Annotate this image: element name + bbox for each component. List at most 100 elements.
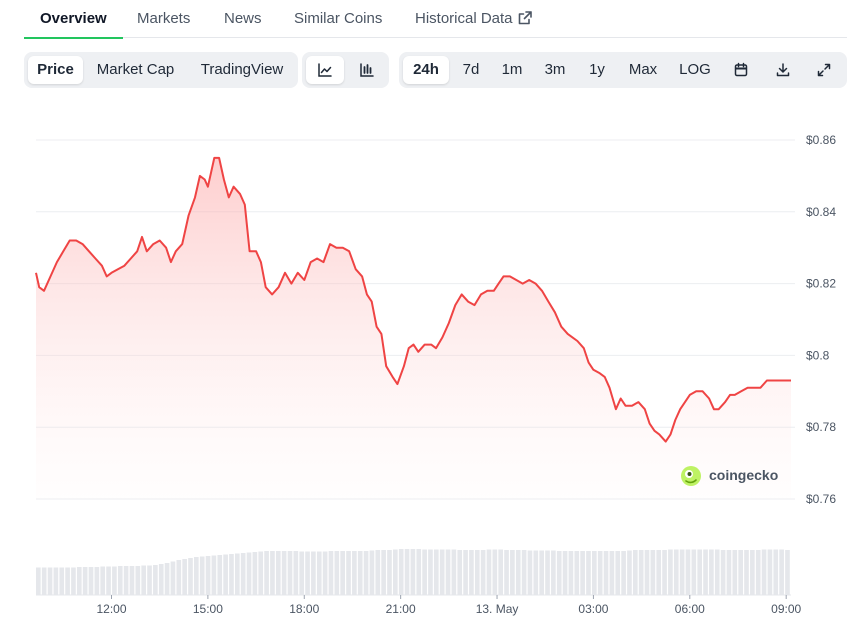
volume-bar xyxy=(592,551,597,595)
volume-bar xyxy=(176,560,182,595)
log-scale-button[interactable]: LOG xyxy=(671,56,719,84)
volume-bar xyxy=(556,551,562,595)
range-3m-button[interactable]: 3m xyxy=(536,56,574,84)
volume-bar xyxy=(732,550,738,595)
range-toggle: 24h 7d 1m 3m 1y Max LOG xyxy=(399,52,847,88)
volume-bar xyxy=(100,566,106,595)
coingecko-watermark: coingecko xyxy=(680,465,778,487)
tab-news[interactable]: News xyxy=(224,0,262,38)
volume-bar xyxy=(170,561,176,595)
fullscreen-button[interactable] xyxy=(806,56,842,84)
volume-bar xyxy=(194,557,199,595)
candlestick-chart-button[interactable] xyxy=(348,56,386,84)
view-toggle xyxy=(302,52,389,88)
volume-bar xyxy=(112,566,117,595)
x-tick-label: 12:00 xyxy=(96,602,126,616)
range-7d-button[interactable]: 7d xyxy=(453,56,489,84)
volume-bar xyxy=(311,551,316,595)
volume-bar xyxy=(785,550,790,595)
volume-bar xyxy=(510,550,515,595)
range-1m-button[interactable]: 1m xyxy=(493,56,531,84)
volume-bar xyxy=(515,550,521,595)
volume-bar xyxy=(357,551,363,595)
volume-bar xyxy=(164,563,170,595)
tab-historical-data-label: Historical Data xyxy=(415,10,513,27)
volume-bar xyxy=(638,550,644,595)
x-tick-label: 13. May xyxy=(476,602,519,616)
volume-bar xyxy=(416,549,422,595)
volume-bar xyxy=(615,551,621,595)
x-tick-label: 03:00 xyxy=(578,602,608,616)
y-tick-label: $0.86 xyxy=(806,133,836,147)
calendar-button[interactable] xyxy=(723,56,759,84)
volume-bar xyxy=(773,549,779,595)
tab-overview[interactable]: Overview xyxy=(24,0,123,39)
volume-bar xyxy=(199,556,205,595)
volume-bar xyxy=(685,549,691,595)
x-tick-label: 09:00 xyxy=(771,602,801,616)
volume-bar xyxy=(158,564,164,595)
volume-bar xyxy=(328,551,334,595)
volume-bar xyxy=(580,551,585,595)
tradingview-button[interactable]: TradingView xyxy=(190,56,294,84)
volume-bar xyxy=(603,551,609,595)
volume-bar xyxy=(527,550,533,595)
volume-bar xyxy=(305,551,310,595)
range-24h-button[interactable]: 24h xyxy=(403,56,449,84)
volume-bar xyxy=(586,551,591,595)
range-max-button[interactable]: Max xyxy=(620,56,666,84)
price-button[interactable]: Price xyxy=(28,56,83,84)
volume-bar xyxy=(451,549,457,595)
volume-bar xyxy=(650,550,656,595)
tab-similar-coins[interactable]: Similar Coins xyxy=(294,0,382,38)
volume-bar xyxy=(211,555,217,595)
volume-bar xyxy=(551,550,556,595)
download-button[interactable] xyxy=(765,56,801,84)
volume-bar xyxy=(662,550,667,595)
volume-bar xyxy=(463,550,468,595)
volume-bar xyxy=(147,565,152,595)
volume-bar xyxy=(568,551,574,595)
volume-bar xyxy=(287,551,293,595)
volume-bar xyxy=(41,567,47,595)
volume-bar xyxy=(767,549,773,595)
y-tick-label: $0.78 xyxy=(806,420,836,434)
volume-bar xyxy=(129,566,135,595)
volume-bar xyxy=(322,551,328,595)
price-chart[interactable]: $0.86 $0.84 $0.82 $0.8 $0.78 $0.76 12:00 15:00… xyxy=(0,100,847,625)
x-tick-label: 18:00 xyxy=(289,602,319,616)
volume-bar xyxy=(480,550,486,595)
coingecko-logo-icon xyxy=(680,466,702,491)
range-1y-button[interactable]: 1y xyxy=(579,56,615,84)
volume-bar xyxy=(299,551,305,595)
volume-bar xyxy=(293,551,299,595)
volume-bar xyxy=(750,550,755,595)
volume-bar xyxy=(346,551,351,595)
volume-bar xyxy=(428,549,433,595)
volume-bar xyxy=(182,559,187,595)
volume-bar xyxy=(398,549,404,595)
x-tick-label: 21:00 xyxy=(386,602,416,616)
volume-bar xyxy=(609,551,615,595)
volume-bar xyxy=(340,551,345,595)
calendar-icon xyxy=(723,62,759,78)
volume-bar xyxy=(281,551,287,595)
x-tick-label: 15:00 xyxy=(193,602,223,616)
volume-bar xyxy=(445,549,451,595)
volume-bar xyxy=(703,549,708,595)
volume-bar xyxy=(205,556,211,595)
volume-bar xyxy=(533,550,539,595)
price-area-fill xyxy=(36,157,791,499)
tab-historical-data[interactable]: Historical Data xyxy=(415,0,532,38)
y-tick-label: $0.82 xyxy=(806,277,836,291)
volume-bar xyxy=(240,553,246,595)
volume-bar xyxy=(123,566,129,595)
market-cap-button[interactable]: Market Cap xyxy=(88,56,183,84)
volume-bar xyxy=(545,550,550,595)
volume-bar xyxy=(504,550,509,595)
line-chart-button[interactable] xyxy=(306,56,344,84)
volume-bar xyxy=(393,549,398,595)
tab-markets[interactable]: Markets xyxy=(137,0,190,38)
volume-bar xyxy=(562,551,568,595)
volume-bar xyxy=(234,553,240,595)
